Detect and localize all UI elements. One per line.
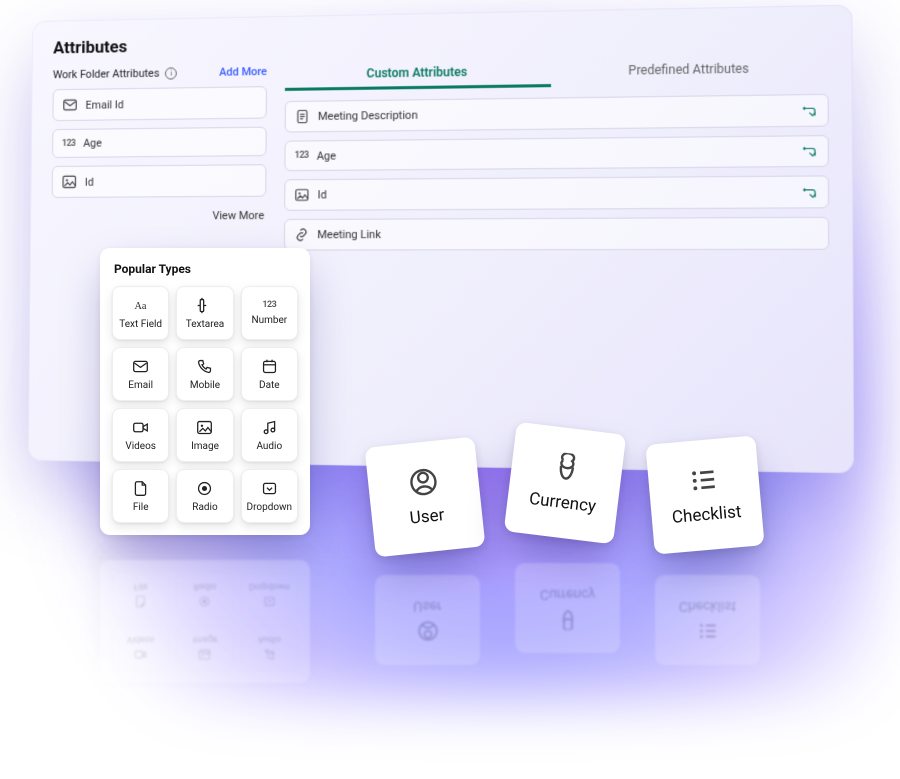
wf-attr-row[interactable]: Email Id xyxy=(52,86,266,121)
number-icon: 123 xyxy=(62,138,76,148)
custom-attr-label: Id xyxy=(317,188,326,201)
wf-attr-label: Email Id xyxy=(85,98,123,112)
type-tile-dropdown[interactable]: Dropdown xyxy=(241,469,298,523)
video-icon xyxy=(132,419,149,436)
file-icon xyxy=(134,596,147,609)
type-card-checklist[interactable]: Checklist xyxy=(645,435,764,554)
textarea-icon xyxy=(196,297,213,314)
popular-types-title: Popular Types xyxy=(114,262,298,276)
custom-attributes-column: Custom Attributes Predefined Attributes … xyxy=(283,56,830,450)
image-icon xyxy=(196,419,213,436)
type-tile-label: Radio xyxy=(192,502,217,513)
radio-icon xyxy=(198,596,211,609)
type-tile-audio[interactable]: Audio xyxy=(241,408,298,462)
custom-attr-row[interactable]: Id xyxy=(284,175,829,210)
wf-attr-row[interactable]: Id xyxy=(52,164,267,198)
text-icon xyxy=(132,297,149,314)
custom-attr-row[interactable]: 123 Age xyxy=(284,135,828,171)
reflection: Currency xyxy=(515,563,620,653)
custom-attr-label: Age xyxy=(317,149,336,162)
move-icon[interactable] xyxy=(803,184,818,199)
reflection: Checklist xyxy=(655,575,760,665)
type-tile-radio[interactable]: Radio xyxy=(176,469,233,523)
wf-attr-label: Age xyxy=(83,137,102,150)
reflection: User xyxy=(375,575,480,665)
file-icon xyxy=(132,480,149,497)
move-icon[interactable] xyxy=(803,103,818,118)
number-icon: 123 xyxy=(262,300,276,310)
move-icon[interactable] xyxy=(803,144,818,159)
image-icon xyxy=(294,187,309,202)
type-tile-image[interactable]: Image xyxy=(176,408,233,462)
link-icon xyxy=(294,227,309,242)
tab-custom[interactable]: Custom Attributes xyxy=(285,63,551,91)
mail-icon xyxy=(132,358,149,375)
type-tile-file[interactable]: File xyxy=(112,469,169,523)
type-card-currency[interactable]: Currency xyxy=(504,422,627,545)
audio-icon xyxy=(261,419,278,436)
doc-icon xyxy=(295,109,310,124)
type-tile-text-field[interactable]: Text Field xyxy=(112,286,169,340)
type-card-label: Currency xyxy=(528,489,597,517)
type-tile-label: Image xyxy=(191,441,219,452)
type-tile-label: Email xyxy=(128,380,153,391)
image-icon xyxy=(198,649,211,662)
checklist-icon xyxy=(687,464,720,497)
type-tile-label: Audio xyxy=(256,441,282,452)
image-icon xyxy=(61,174,77,190)
type-tile-label: Videos xyxy=(125,441,156,452)
type-tile-label: File xyxy=(133,502,149,513)
custom-attr-label: Meeting Description xyxy=(318,109,418,123)
reflection: VideosImageAudioFileRadioDropdown xyxy=(100,560,310,683)
phone-icon xyxy=(196,358,213,375)
date-icon xyxy=(261,358,278,375)
currency-icon xyxy=(550,451,583,484)
custom-attr-row[interactable]: Meeting Description xyxy=(285,94,829,133)
type-tile-label: Date xyxy=(259,380,280,391)
audio-icon xyxy=(263,649,276,662)
wf-attr-label: Id xyxy=(85,175,94,188)
custom-attr-row[interactable]: Meeting Link xyxy=(284,217,829,251)
type-tile-label: Mobile xyxy=(190,380,220,391)
type-tile-label: Dropdown xyxy=(247,502,293,513)
type-tile-number[interactable]: 123 Number xyxy=(241,286,298,340)
type-tile-label: Textarea xyxy=(186,319,225,330)
radio-icon xyxy=(196,480,213,497)
page-title: Attributes xyxy=(53,24,828,58)
user-icon xyxy=(407,466,440,499)
dropdown-icon xyxy=(263,596,276,609)
type-card-user[interactable]: User xyxy=(365,437,486,558)
type-tile-email[interactable]: Email xyxy=(112,347,169,401)
type-tile-label: Number xyxy=(251,315,287,326)
dropdown-icon xyxy=(261,480,278,497)
type-tile-date[interactable]: Date xyxy=(241,347,298,401)
work-folder-title: Work Folder Attributes xyxy=(53,67,160,82)
number-icon: 123 xyxy=(295,151,309,161)
video-icon xyxy=(134,649,147,662)
mail-icon xyxy=(62,97,78,113)
type-tile-videos[interactable]: Videos xyxy=(112,408,169,462)
type-tile-mobile[interactable]: Mobile xyxy=(176,347,233,401)
custom-attr-label: Meeting Link xyxy=(317,228,381,241)
view-more-link[interactable]: View More xyxy=(51,205,266,227)
type-card-label: User xyxy=(409,505,445,529)
add-more-link[interactable]: Add More xyxy=(219,65,267,79)
info-icon[interactable]: i xyxy=(165,67,177,79)
type-tile-textarea[interactable]: Textarea xyxy=(176,286,233,340)
wf-attr-row[interactable]: 123 Age xyxy=(52,127,267,158)
type-tile-label: Text Field xyxy=(119,319,162,330)
type-card-label: Checklist xyxy=(671,502,742,528)
tab-predefined[interactable]: Predefined Attributes xyxy=(551,60,829,85)
popular-types-card: Popular Types Text Field Textarea 123 Numbe… xyxy=(100,248,310,535)
